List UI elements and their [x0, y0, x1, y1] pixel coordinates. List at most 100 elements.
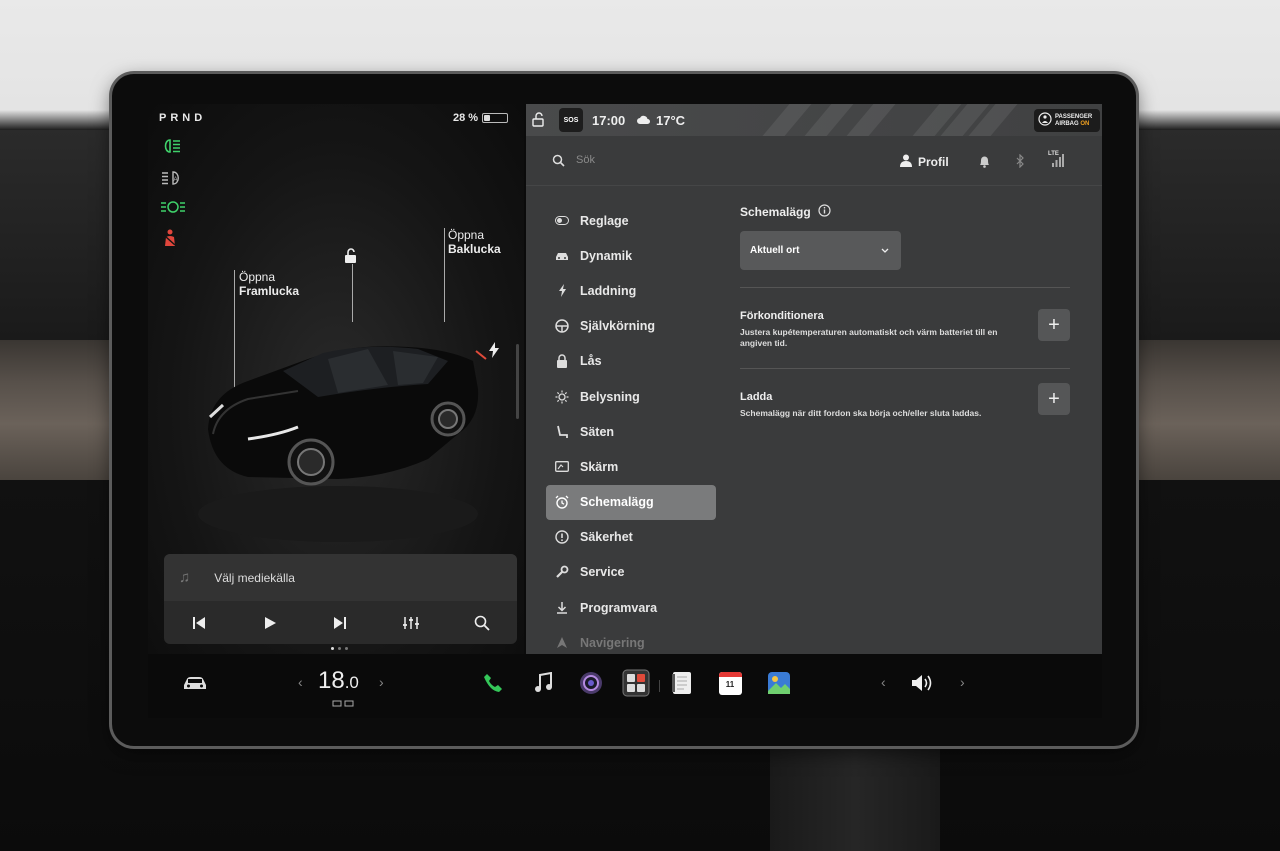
- download-icon: [554, 600, 570, 616]
- car-model-image: [198, 346, 487, 542]
- airbag-line1: PASSENGER: [1055, 113, 1093, 120]
- front-trunk-label-1: Öppna: [239, 270, 276, 284]
- media-search-button[interactable]: [470, 611, 494, 635]
- toggle-icon: [554, 213, 570, 229]
- car-icon: [554, 248, 570, 264]
- music-note-icon: ♫: [179, 569, 191, 586]
- outside-temperature: 17°C: [636, 113, 685, 128]
- precondition-title: Förkonditionera: [740, 310, 824, 322]
- menu-item-schemalagg[interactable]: Schemalägg: [546, 484, 716, 520]
- network-label: LTE: [1048, 151, 1059, 157]
- location-dropdown[interactable]: Aktuell ort: [740, 231, 901, 270]
- profile-button[interactable]: Profil: [900, 154, 949, 170]
- battery-indicator: 28 %: [453, 112, 509, 124]
- clock: 17:00: [592, 113, 626, 128]
- precondition-description: Justera kupétemperaturen automatiskt och…: [740, 327, 998, 348]
- status-bar: SOS 17:00 17°C PASSENGER AIRBAG ON: [526, 104, 1102, 136]
- equalizer-button[interactable]: [399, 611, 423, 635]
- front-trunk-button[interactable]: Öppna Framlucka: [239, 270, 299, 298]
- navigation-icon: [554, 635, 570, 651]
- photo-app-icon[interactable]: [764, 668, 794, 698]
- unlock-icon[interactable]: [343, 247, 359, 269]
- calendar-icon[interactable]: 11: [715, 668, 745, 698]
- menu-item-label: Säten: [580, 424, 615, 439]
- temperature-down-chevron-icon[interactable]: ‹: [298, 674, 303, 690]
- notification-bell-icon[interactable]: [979, 155, 990, 173]
- door-lock-icon[interactable]: [532, 112, 546, 132]
- cabin-temperature[interactable]: 18.0: [318, 667, 359, 695]
- section-title-text: Schemalägg: [740, 205, 811, 219]
- section-title: Schemalägg: [740, 204, 1070, 220]
- info-circle-icon: [554, 529, 570, 545]
- sun-icon: [554, 389, 570, 405]
- search-input[interactable]: [576, 154, 776, 166]
- menu-item-label: Laddning: [580, 283, 637, 298]
- svg-text:A: A: [174, 177, 178, 183]
- alarm-clock-icon: [554, 494, 570, 510]
- calendar-day: 11: [725, 679, 735, 689]
- sos-button[interactable]: SOS: [559, 108, 583, 132]
- volume-icon[interactable]: [908, 668, 938, 698]
- search-icon: [552, 154, 565, 172]
- chevron-down-icon: [881, 245, 889, 256]
- bolt-icon: [554, 283, 570, 299]
- lock-icon: [554, 353, 570, 369]
- menu-item-label: Service: [580, 565, 625, 580]
- info-icon[interactable]: [818, 204, 831, 220]
- camera-icon[interactable]: [576, 668, 606, 698]
- volume-down-chevron-icon[interactable]: ‹: [881, 674, 886, 690]
- menu-item-dynamik[interactable]: Dynamik: [546, 238, 716, 273]
- temperature-up-chevron-icon[interactable]: ›: [379, 674, 384, 690]
- menu-item-service[interactable]: Service: [546, 555, 716, 590]
- cabin-temperature-dec: .0: [344, 673, 359, 692]
- airbag-state: ON: [1080, 120, 1090, 127]
- bluetooth-icon[interactable]: [1016, 153, 1025, 173]
- page-dots: [331, 647, 348, 650]
- add-charge-schedule-button[interactable]: +: [1038, 383, 1070, 415]
- media-source-selector[interactable]: ♫ Välj mediekälla: [164, 554, 517, 601]
- seat-heater-icon[interactable]: [332, 695, 354, 713]
- rear-trunk-label-1: Öppna: [448, 228, 485, 242]
- settings-menu: Reglage Dynamik Laddning Självkörning Lå…: [546, 203, 716, 660]
- menu-item-skarm[interactable]: Skärm: [546, 449, 716, 484]
- person-icon: [900, 154, 912, 170]
- schedule-content: Schemalägg Aktuell ort Förkonditionera J…: [740, 204, 1070, 449]
- menu-item-label: Reglage: [580, 213, 629, 228]
- play-button[interactable]: [258, 611, 282, 635]
- menu-item-programvara[interactable]: Programvara: [546, 590, 716, 625]
- settings-header: Profil LTE: [526, 136, 1102, 186]
- previous-track-button[interactable]: [187, 611, 211, 635]
- app-launcher-icon[interactable]: [621, 668, 651, 698]
- auto-highbeam-icon: A: [160, 170, 184, 188]
- wrench-icon: [554, 564, 570, 580]
- bottom-dock: ‹ 18.0 › 11 ‹ ›: [148, 654, 1102, 718]
- menu-item-label: Belysning: [580, 389, 640, 404]
- rear-trunk-button[interactable]: Öppna Baklucka: [448, 228, 501, 256]
- menu-item-label: Schemalägg: [580, 495, 654, 510]
- notes-icon[interactable]: [667, 668, 697, 698]
- next-track-button[interactable]: [328, 611, 352, 635]
- charge-schedule-description: Schemalägg när ditt fordon ska börja och…: [740, 408, 982, 418]
- phone-icon[interactable]: [478, 668, 508, 698]
- music-icon[interactable]: [528, 668, 558, 698]
- headlight-icon: [160, 138, 184, 156]
- menu-item-sjalvkorning[interactable]: Självkörning: [546, 309, 716, 344]
- menu-item-las[interactable]: Lås: [546, 344, 716, 379]
- outside-temperature-value: 17°C: [656, 113, 686, 128]
- menu-item-belysning[interactable]: Belysning: [546, 379, 716, 414]
- front-trunk-label-2: Framlucka: [239, 284, 300, 298]
- menu-item-laddning[interactable]: Laddning: [546, 273, 716, 308]
- seat-icon: [554, 424, 570, 440]
- menu-item-label: Lås: [580, 354, 602, 369]
- menu-item-sakerhet[interactable]: Säkerhet: [546, 520, 716, 555]
- menu-item-reglage[interactable]: Reglage: [546, 203, 716, 238]
- menu-item-label: Dynamik: [580, 248, 633, 263]
- car-controls-icon[interactable]: [180, 668, 210, 698]
- media-player[interactable]: ♫ Välj mediekälla: [164, 554, 517, 644]
- passenger-airbag-indicator: PASSENGER AIRBAG ON: [1034, 109, 1100, 132]
- add-precondition-button[interactable]: +: [1038, 309, 1070, 341]
- profile-label: Profil: [918, 155, 949, 169]
- parking-light-icon: [160, 199, 185, 217]
- volume-up-chevron-icon[interactable]: ›: [960, 674, 965, 690]
- menu-item-saten[interactable]: Säten: [546, 414, 716, 449]
